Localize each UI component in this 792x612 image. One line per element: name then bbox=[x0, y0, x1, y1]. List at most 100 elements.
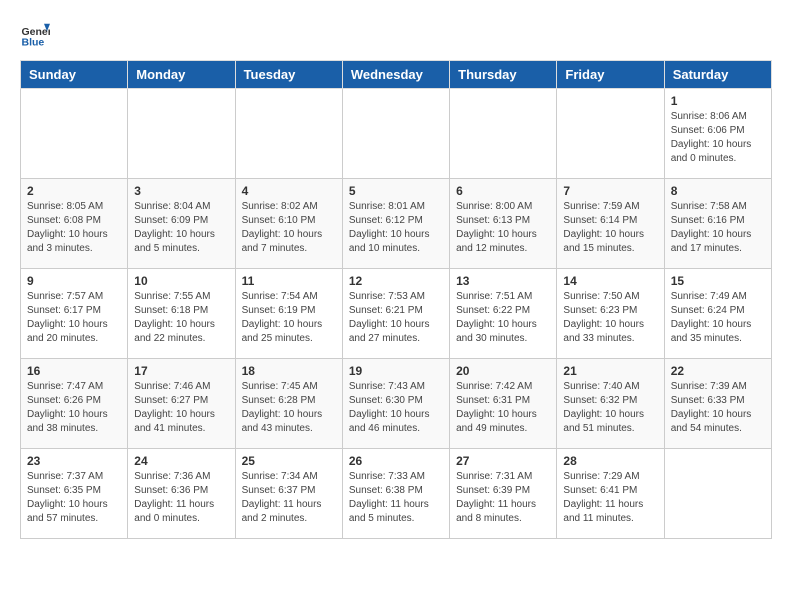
calendar-cell: 14Sunrise: 7:50 AM Sunset: 6:23 PM Dayli… bbox=[557, 269, 664, 359]
calendar-cell: 9 Sunrise: 7:57 AM Sunset: 6:17 PM Daylig… bbox=[21, 269, 128, 359]
day-info: Sunrise: 7:43 AM Sunset: 6:30 PM Dayligh… bbox=[349, 380, 443, 436]
calendar-cell: 7 Sunrise: 7:59 AM Sunset: 6:14 PM Daylig… bbox=[557, 179, 664, 269]
day-info: Sunrise: 8:02 AM Sunset: 6:10 PM Dayligh… bbox=[242, 200, 336, 256]
day-number: 16 bbox=[27, 364, 121, 378]
calendar-cell: 26Sunrise: 7:33 AM Sunset: 6:38 PM Dayli… bbox=[342, 449, 449, 539]
day-number: 4 bbox=[242, 184, 336, 198]
day-number: 23 bbox=[27, 454, 121, 468]
day-info: Sunrise: 7:31 AM Sunset: 6:39 PM Dayligh… bbox=[456, 470, 550, 526]
calendar-cell: 3 Sunrise: 8:04 AM Sunset: 6:09 PM Daylig… bbox=[128, 179, 235, 269]
day-info: Sunrise: 7:39 AM Sunset: 6:33 PM Dayligh… bbox=[671, 380, 765, 436]
day-info: Sunrise: 7:54 AM Sunset: 6:19 PM Dayligh… bbox=[242, 290, 336, 346]
day-info: Sunrise: 8:05 AM Sunset: 6:08 PM Dayligh… bbox=[27, 200, 121, 256]
day-info: Sunrise: 7:29 AM Sunset: 6:41 PM Dayligh… bbox=[563, 470, 657, 526]
calendar-table: SundayMondayTuesdayWednesdayThursdayFrid… bbox=[20, 60, 772, 539]
day-number: 7 bbox=[563, 184, 657, 198]
calendar-week-row: 2 Sunrise: 8:05 AM Sunset: 6:08 PM Daylig… bbox=[21, 179, 772, 269]
day-of-week-header: Monday bbox=[128, 61, 235, 89]
calendar-cell: 16 Sunrise: 7:47 AM Sunset: 6:26 PM Dayli… bbox=[21, 359, 128, 449]
day-info: Sunrise: 7:57 AM Sunset: 6:17 PM Dayligh… bbox=[27, 290, 121, 346]
day-info: Sunrise: 7:40 AM Sunset: 6:32 PM Dayligh… bbox=[563, 380, 657, 436]
header: General Blue bbox=[20, 20, 772, 50]
day-number: 6 bbox=[456, 184, 550, 198]
day-number: 3 bbox=[134, 184, 228, 198]
calendar-cell: 25 Sunrise: 7:34 AM Sunset: 6:37 PM Dayli… bbox=[235, 449, 342, 539]
day-number: 21 bbox=[563, 364, 657, 378]
calendar-cell: 19 Sunrise: 7:43 AM Sunset: 6:30 PM Dayli… bbox=[342, 359, 449, 449]
calendar-cell: 2 Sunrise: 8:05 AM Sunset: 6:08 PM Daylig… bbox=[21, 179, 128, 269]
day-info: Sunrise: 7:58 AM Sunset: 6:16 PM Dayligh… bbox=[671, 200, 765, 256]
day-number: 10 bbox=[134, 274, 228, 288]
day-info: Sunrise: 8:01 AM Sunset: 6:12 PM Dayligh… bbox=[349, 200, 443, 256]
calendar-cell: 11 Sunrise: 7:54 AM Sunset: 6:19 PM Dayli… bbox=[235, 269, 342, 359]
calendar-cell: 5 Sunrise: 8:01 AM Sunset: 6:12 PM Daylig… bbox=[342, 179, 449, 269]
day-info: Sunrise: 7:47 AM Sunset: 6:26 PM Dayligh… bbox=[27, 380, 121, 436]
day-info: Sunrise: 7:49 AM Sunset: 6:24 PM Dayligh… bbox=[671, 290, 765, 346]
day-info: Sunrise: 7:34 AM Sunset: 6:37 PM Dayligh… bbox=[242, 470, 336, 526]
calendar-cell: 1 Sunrise: 8:06 AM Sunset: 6:06 PM Daylig… bbox=[664, 89, 771, 179]
day-of-week-header: Tuesday bbox=[235, 61, 342, 89]
day-info: Sunrise: 8:04 AM Sunset: 6:09 PM Dayligh… bbox=[134, 200, 228, 256]
calendar-week-row: 9 Sunrise: 7:57 AM Sunset: 6:17 PM Daylig… bbox=[21, 269, 772, 359]
day-info: Sunrise: 7:59 AM Sunset: 6:14 PM Dayligh… bbox=[563, 200, 657, 256]
calendar-cell: 15 Sunrise: 7:49 AM Sunset: 6:24 PM Dayli… bbox=[664, 269, 771, 359]
day-number: 15 bbox=[671, 274, 765, 288]
calendar-cell bbox=[342, 89, 449, 179]
day-number: 5 bbox=[349, 184, 443, 198]
day-number: 17 bbox=[134, 364, 228, 378]
day-number: 18 bbox=[242, 364, 336, 378]
header-row: SundayMondayTuesdayWednesdayThursdayFrid… bbox=[21, 61, 772, 89]
day-info: Sunrise: 7:33 AM Sunset: 6:38 PM Dayligh… bbox=[349, 470, 443, 526]
calendar-cell bbox=[557, 89, 664, 179]
calendar-cell bbox=[128, 89, 235, 179]
day-number: 22 bbox=[671, 364, 765, 378]
day-number: 25 bbox=[242, 454, 336, 468]
day-of-week-header: Wednesday bbox=[342, 61, 449, 89]
calendar-cell: 28 Sunrise: 7:29 AM Sunset: 6:41 PM Dayli… bbox=[557, 449, 664, 539]
calendar-cell bbox=[450, 89, 557, 179]
calendar-cell: 18Sunrise: 7:45 AM Sunset: 6:28 PM Dayli… bbox=[235, 359, 342, 449]
day-number: 2 bbox=[27, 184, 121, 198]
day-of-week-header: Friday bbox=[557, 61, 664, 89]
calendar-cell: 10 Sunrise: 7:55 AM Sunset: 6:18 PM Dayli… bbox=[128, 269, 235, 359]
calendar-cell: 4 Sunrise: 8:02 AM Sunset: 6:10 PM Daylig… bbox=[235, 179, 342, 269]
calendar-cell bbox=[235, 89, 342, 179]
calendar-cell: 27 Sunrise: 7:31 AM Sunset: 6:39 PM Dayli… bbox=[450, 449, 557, 539]
calendar-cell: 8 Sunrise: 7:58 AM Sunset: 6:16 PM Daylig… bbox=[664, 179, 771, 269]
logo-icon: General Blue bbox=[20, 20, 50, 50]
calendar-cell: 23Sunrise: 7:37 AM Sunset: 6:35 PM Dayli… bbox=[21, 449, 128, 539]
day-number: 8 bbox=[671, 184, 765, 198]
day-number: 11 bbox=[242, 274, 336, 288]
day-info: Sunrise: 7:46 AM Sunset: 6:27 PM Dayligh… bbox=[134, 380, 228, 436]
calendar-cell: 6 Sunrise: 8:00 AM Sunset: 6:13 PM Daylig… bbox=[450, 179, 557, 269]
day-info: Sunrise: 8:00 AM Sunset: 6:13 PM Dayligh… bbox=[456, 200, 550, 256]
calendar-cell: 21 Sunrise: 7:40 AM Sunset: 6:32 PM Dayli… bbox=[557, 359, 664, 449]
day-number: 27 bbox=[456, 454, 550, 468]
logo: General Blue bbox=[20, 20, 54, 50]
day-number: 20 bbox=[456, 364, 550, 378]
day-of-week-header: Sunday bbox=[21, 61, 128, 89]
day-number: 14 bbox=[563, 274, 657, 288]
day-number: 9 bbox=[27, 274, 121, 288]
day-number: 28 bbox=[563, 454, 657, 468]
day-info: Sunrise: 7:53 AM Sunset: 6:21 PM Dayligh… bbox=[349, 290, 443, 346]
day-of-week-header: Saturday bbox=[664, 61, 771, 89]
day-number: 19 bbox=[349, 364, 443, 378]
calendar-cell: 17 Sunrise: 7:46 AM Sunset: 6:27 PM Dayli… bbox=[128, 359, 235, 449]
day-number: 13 bbox=[456, 274, 550, 288]
calendar-week-row: 16 Sunrise: 7:47 AM Sunset: 6:26 PM Dayli… bbox=[21, 359, 772, 449]
calendar-cell: 13Sunrise: 7:51 AM Sunset: 6:22 PM Dayli… bbox=[450, 269, 557, 359]
day-of-week-header: Thursday bbox=[450, 61, 557, 89]
day-number: 1 bbox=[671, 94, 765, 108]
day-info: Sunrise: 7:55 AM Sunset: 6:18 PM Dayligh… bbox=[134, 290, 228, 346]
calendar-cell: 20Sunrise: 7:42 AM Sunset: 6:31 PM Dayli… bbox=[450, 359, 557, 449]
svg-text:Blue: Blue bbox=[22, 37, 45, 49]
calendar-week-row: 23Sunrise: 7:37 AM Sunset: 6:35 PM Dayli… bbox=[21, 449, 772, 539]
day-info: Sunrise: 8:06 AM Sunset: 6:06 PM Dayligh… bbox=[671, 110, 765, 166]
calendar-cell: 24Sunrise: 7:36 AM Sunset: 6:36 PM Dayli… bbox=[128, 449, 235, 539]
calendar-cell: 12 Sunrise: 7:53 AM Sunset: 6:21 PM Dayli… bbox=[342, 269, 449, 359]
calendar-cell bbox=[21, 89, 128, 179]
day-info: Sunrise: 7:36 AM Sunset: 6:36 PM Dayligh… bbox=[134, 470, 228, 526]
day-number: 12 bbox=[349, 274, 443, 288]
calendar-week-row: 1 Sunrise: 8:06 AM Sunset: 6:06 PM Daylig… bbox=[21, 89, 772, 179]
